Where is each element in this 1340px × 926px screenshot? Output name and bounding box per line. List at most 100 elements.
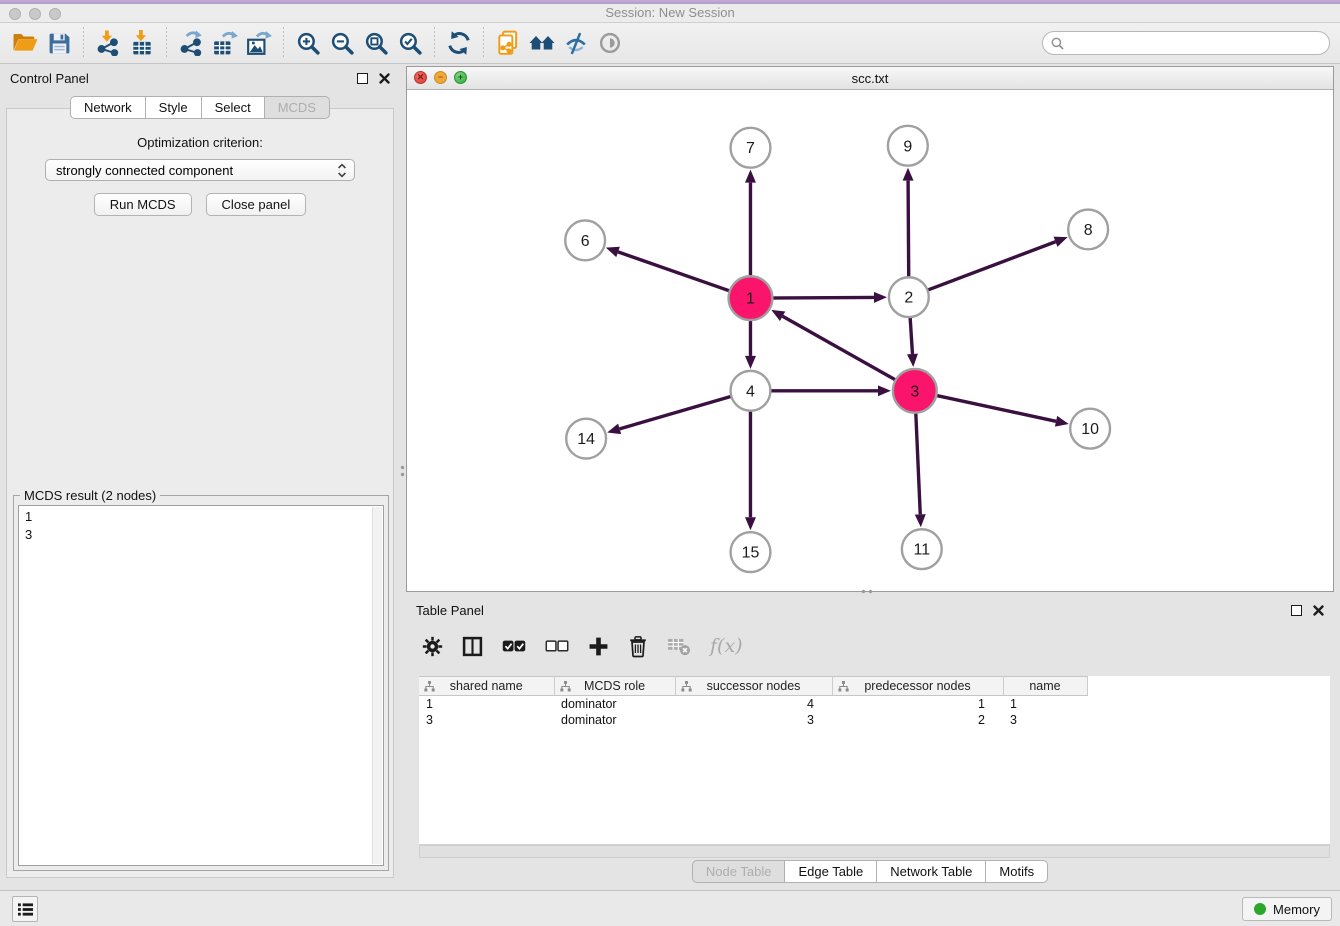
add-column-button[interactable] [588,636,609,657]
tab-mcds[interactable]: MCDS [264,96,330,119]
clone-network-button[interactable] [491,26,525,60]
first-neighbors-button[interactable] [525,26,559,60]
export-image-button[interactable] [242,26,276,60]
export-table-icon [212,30,238,56]
mcds-result-line: 1 [25,508,367,526]
mcds-result-text[interactable]: 13 [20,507,372,864]
mcds-result-line: 3 [25,526,367,544]
network-graph[interactable]: 7968124314101511 [408,90,1332,590]
close-table-panel-icon[interactable] [1313,605,1324,616]
result-scrollbar[interactable] [372,507,382,864]
float-table-panel-icon[interactable] [1291,605,1302,616]
open-session-button[interactable] [8,26,42,60]
column-header-shared-name[interactable]: shared name [419,677,554,696]
hide-selected-button[interactable] [559,26,593,60]
table-row[interactable]: 3dominator323 [419,712,1330,728]
zoom-out-icon [330,31,355,56]
column-header-successor-nodes[interactable]: successor nodes [675,677,832,696]
refresh-icon [446,30,472,56]
graph-edge-arrow [903,168,914,181]
column-type-icon [681,681,692,692]
zoom-selected-button[interactable] [393,26,427,60]
table-cell[interactable]: 4 [675,696,832,713]
zoom-fit-content-button[interactable] [359,26,393,60]
tab-style[interactable]: Style [145,96,202,119]
table-cell[interactable]: 1 [419,696,554,713]
close-panel-button[interactable]: Close panel [206,193,307,216]
table-cell[interactable]: dominator [554,712,675,728]
table-cell[interactable]: 3 [419,712,554,728]
eye-slash-icon [564,31,589,56]
table-cell[interactable]: 3 [675,712,832,728]
deselect-all-button[interactable] [545,639,569,654]
mcds-result-title: MCDS result (2 nodes) [20,488,160,503]
table-cell[interactable]: 2 [832,712,1003,728]
import-network-button[interactable] [91,26,125,60]
table-horizontal-scrollbar[interactable] [419,845,1330,858]
network-maximize-button[interactable]: + [454,71,467,84]
network-window-titlebar[interactable]: ✕ − + scc.txt [407,67,1333,90]
criterion-dropdown[interactable]: strongly connected component [45,159,355,181]
memory-button[interactable]: Memory [1242,897,1332,921]
dropdown-arrows-icon [337,163,347,181]
graph-edge-arrow [745,517,756,530]
table-cell[interactable]: 3 [1003,712,1087,728]
table-cell[interactable]: 1 [1003,696,1087,713]
import-table-button[interactable] [125,26,159,60]
close-panel-icon[interactable] [379,73,390,84]
function-builder-button[interactable]: f(x) [710,635,743,657]
graph-edge-arrow [874,292,887,303]
select-all-button[interactable] [502,639,526,654]
save-session-button[interactable] [42,26,76,60]
zoom-in-button[interactable] [291,26,325,60]
vertical-splitter-handle[interactable] [400,464,405,478]
column-header-predecessor-nodes[interactable]: predecessor nodes [832,677,1003,696]
graph-edge-2-8[interactable] [909,242,1056,297]
graph-node-label: 3 [910,383,919,400]
network-minimize-button[interactable]: − [434,71,447,84]
table-toolbar: f(x) [422,626,743,666]
node-table-body: 1dominator4113dominator323 [419,696,1330,729]
column-header-mcds-role[interactable]: MCDS role [554,677,675,696]
tab-network[interactable]: Network [70,96,146,119]
houses-icon [528,31,556,55]
graph-node-label: 10 [1081,421,1099,438]
refresh-view-button[interactable] [442,26,476,60]
table-cell[interactable]: 1 [832,696,1003,713]
trash-icon [628,635,648,658]
export-table-button[interactable] [208,26,242,60]
float-panel-icon[interactable] [357,73,368,84]
graph-edge-arrow [907,354,918,367]
show-columns-button[interactable] [462,636,483,657]
delete-column-button[interactable] [628,635,648,658]
search-box[interactable] [1042,31,1330,55]
table-options-button[interactable] [422,636,443,657]
column-type-icon [560,681,571,692]
titlebar: Session: New Session [0,0,1340,23]
column-header-name[interactable]: name [1003,677,1087,696]
search-input[interactable] [1069,35,1321,52]
tab-select[interactable]: Select [201,96,265,119]
tab-node-table[interactable]: Node Table [692,860,786,883]
show-all-button[interactable] [593,26,627,60]
tab-edge-table[interactable]: Edge Table [784,860,877,883]
graph-node-label: 1 [746,291,755,308]
table-row[interactable]: 1dominator411 [419,696,1330,713]
horizontal-splitter-handle[interactable] [860,589,874,594]
optimization-criterion-label: Optimization criterion: [7,135,393,150]
network-close-button[interactable]: ✕ [414,71,427,84]
export-network-button[interactable] [174,26,208,60]
task-history-button[interactable] [12,896,38,922]
zoom-out-button[interactable] [325,26,359,60]
tab-network-table[interactable]: Network Table [876,860,986,883]
main-toolbar [0,23,1340,64]
run-mcds-button[interactable]: Run MCDS [94,193,192,216]
toolbar-separator [283,27,284,59]
graph-node-label: 9 [903,138,912,155]
network-canvas[interactable]: 7968124314101511 [408,90,1332,590]
table-cell[interactable]: dominator [554,696,675,713]
graph-edge-arrow [607,424,621,435]
tab-motifs[interactable]: Motifs [985,860,1048,883]
delete-table-button[interactable] [667,636,691,656]
folder-open-icon [12,31,39,55]
